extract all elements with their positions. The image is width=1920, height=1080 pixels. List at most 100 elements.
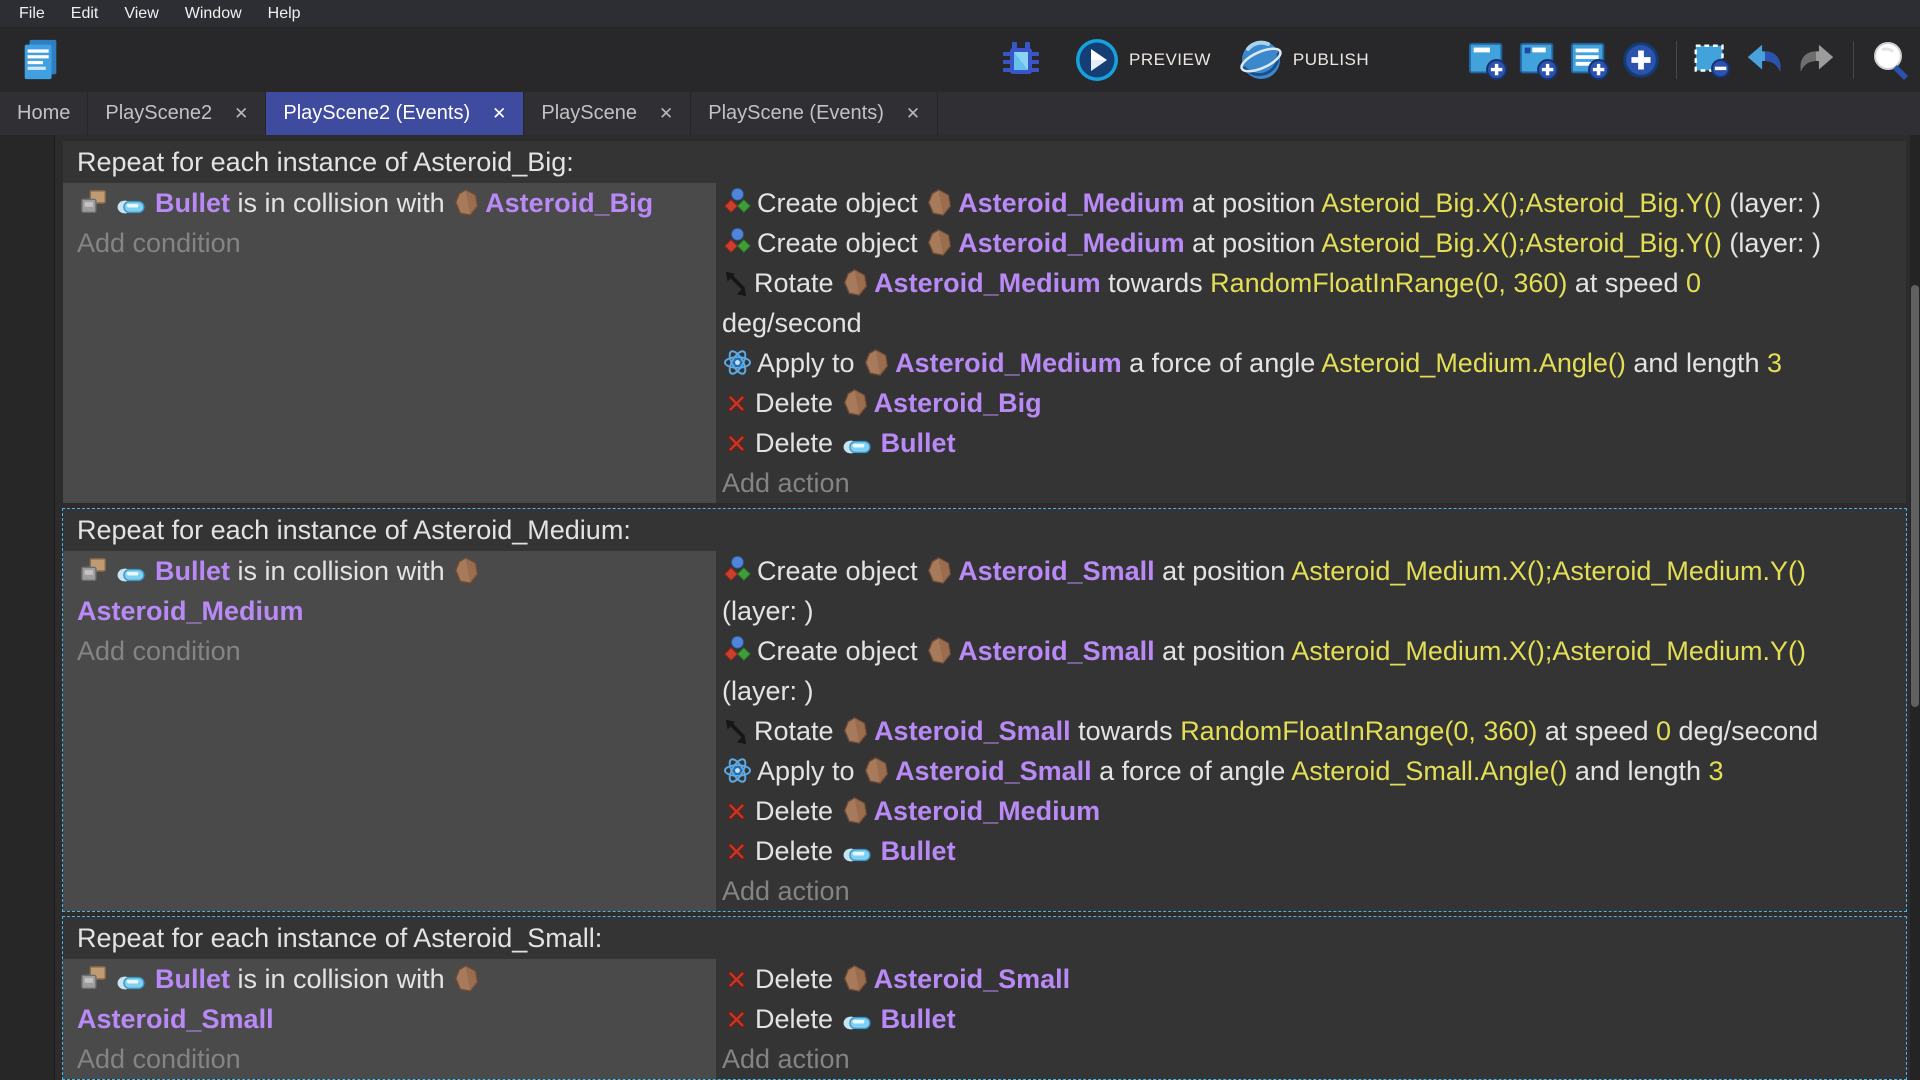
add-subevent-icon[interactable] — [1518, 39, 1560, 81]
event-block[interactable]: Repeat for each instance of Asteroid_Big… — [63, 141, 1906, 503]
add-event-icon[interactable] — [1467, 39, 1509, 81]
add-action-button[interactable]: Add action — [722, 463, 1906, 503]
tab-home[interactable]: Home — [0, 92, 88, 135]
add-condition-button[interactable]: Add condition — [77, 631, 706, 671]
expression: Asteroid_Medium.Angle() — [1321, 348, 1626, 378]
publish-icon[interactable] — [1238, 37, 1284, 83]
actions-column[interactable]: Create object Asteroid_Small at position… — [716, 551, 1906, 911]
plain-text: deg/second — [1671, 716, 1818, 746]
event-block[interactable]: Repeat for each instance of Asteroid_Med… — [63, 509, 1906, 911]
asteroid-icon — [926, 188, 953, 217]
events-scrollbar[interactable] — [1910, 135, 1920, 1080]
object-name: Bullet — [881, 1004, 956, 1034]
event-text-line: Create object Asteroid_Medium at positio… — [722, 183, 1906, 223]
condition-row[interactable]: Bullet is in collision with Asteroid_Sma… — [77, 959, 706, 1039]
expression: 0 — [1686, 268, 1701, 298]
add-action-button[interactable]: Add action — [722, 1039, 1906, 1079]
collision-icon — [78, 557, 110, 585]
scrollbar-thumb[interactable] — [1911, 285, 1919, 707]
action-row[interactable]: Delete Asteroid_Big — [722, 383, 1906, 423]
tab-close-icon[interactable]: ✕ — [906, 104, 920, 124]
menu-item-window[interactable]: Window — [172, 0, 255, 27]
action-row[interactable]: Rotate Asteroid_Small towards RandomFloa… — [722, 711, 1906, 751]
action-row[interactable]: Apply to Asteroid_Small a force of angle… — [722, 751, 1906, 791]
choose-event-icon[interactable] — [1691, 39, 1733, 81]
asteroid-icon — [453, 556, 480, 585]
tab-label: PlayScene — [541, 102, 637, 125]
object-name: Asteroid_Small — [77, 1004, 274, 1034]
tab-close-icon[interactable]: ✕ — [492, 104, 506, 124]
preview-label[interactable]: PREVIEW — [1129, 50, 1211, 70]
asteroid-icon — [863, 756, 890, 785]
plain-text: and length — [1626, 348, 1767, 378]
tab-bar: HomePlayScene2✕PlayScene2 (Events)✕PlayS… — [0, 92, 1920, 135]
conditions-column[interactable]: Bullet is in collision with Asteroid_Med… — [63, 551, 716, 911]
event-block[interactable]: Repeat for each instance of Asteroid_Sma… — [63, 917, 1906, 1079]
publish-label[interactable]: PUBLISH — [1293, 50, 1369, 70]
plain-text: is in collision with — [230, 188, 452, 218]
action-row[interactable]: Create object Asteroid_Medium at positio… — [722, 223, 1906, 263]
event-header[interactable]: Repeat for each instance of Asteroid_Sma… — [63, 917, 1906, 959]
plain-text: deg/second — [722, 308, 862, 338]
add-circle-icon[interactable] — [1620, 39, 1662, 81]
event-header[interactable]: Repeat for each instance of Asteroid_Big… — [63, 141, 1906, 183]
menu-item-file[interactable]: File — [6, 0, 58, 27]
action-row[interactable]: Delete Bullet — [722, 831, 1906, 871]
expression: Asteroid_Medium.X();Asteroid_Medium.Y() — [1291, 556, 1806, 586]
condition-row[interactable]: Bullet is in collision with Asteroid_Big — [77, 183, 706, 223]
action-row[interactable]: Delete Asteroid_Medium — [722, 791, 1906, 831]
bullet-icon — [116, 565, 150, 585]
tab-close-icon[interactable]: ✕ — [659, 104, 673, 124]
plain-text: at position — [1185, 228, 1322, 258]
toolbar-separator — [1853, 41, 1854, 79]
add-action-button[interactable]: Add action — [722, 871, 1906, 911]
event-header[interactable]: Repeat for each instance of Asteroid_Med… — [63, 509, 1906, 551]
event-text-line: Delete Bullet — [722, 999, 1906, 1039]
undo-icon[interactable] — [1742, 39, 1786, 81]
action-row[interactable]: Delete Asteroid_Small — [722, 959, 1906, 999]
tab-playscene2-events[interactable]: PlayScene2 (Events)✕ — [266, 92, 524, 135]
asteroid-icon — [926, 556, 953, 585]
tab-playscene2[interactable]: PlayScene2✕ — [88, 92, 266, 135]
action-row[interactable]: Apply to Asteroid_Medium a force of angl… — [722, 343, 1906, 383]
action-row[interactable]: Delete Bullet — [722, 423, 1906, 463]
action-row[interactable]: Create object Asteroid_Small at position… — [722, 551, 1906, 631]
menu-item-view[interactable]: View — [111, 0, 171, 27]
event-text-line: deg/second — [722, 303, 1906, 343]
actions-column[interactable]: Create object Asteroid_Medium at positio… — [716, 183, 1906, 503]
tab-playscene-events[interactable]: PlayScene (Events)✕ — [691, 92, 938, 135]
menu-item-help[interactable]: Help — [255, 0, 314, 27]
add-condition-button[interactable]: Add condition — [77, 223, 706, 263]
force-icon — [723, 756, 752, 785]
conditions-column[interactable]: Bullet is in collision with Asteroid_Big… — [63, 183, 716, 503]
menu-item-edit[interactable]: Edit — [58, 0, 112, 27]
asteroid-icon — [863, 348, 890, 377]
event-text-line: Rotate Asteroid_Small towards RandomFloa… — [722, 711, 1906, 751]
tab-close-icon[interactable]: ✕ — [234, 104, 248, 124]
project-manager-icon[interactable] — [18, 36, 64, 82]
add-comment-icon[interactable] — [1569, 39, 1611, 81]
plain-text: Delete — [755, 428, 841, 458]
bullet-icon — [842, 845, 876, 865]
object-name: Asteroid_Medium — [895, 348, 1122, 378]
preview-icon[interactable] — [1074, 37, 1120, 83]
action-row[interactable]: Create object Asteroid_Small at position… — [722, 631, 1906, 711]
debugger-icon[interactable] — [1000, 39, 1042, 81]
action-row[interactable]: Delete Bullet — [722, 999, 1906, 1039]
condition-row[interactable]: Bullet is in collision with Asteroid_Med… — [77, 551, 706, 631]
event-text-line: Create object Asteroid_Small at position… — [722, 631, 1906, 671]
conditions-column[interactable]: Bullet is in collision with Asteroid_Sma… — [63, 959, 716, 1079]
object-name: Bullet — [155, 188, 230, 218]
actions-column[interactable]: Delete Asteroid_SmallDelete BulletAdd ac… — [716, 959, 1906, 1079]
action-row[interactable]: Create object Asteroid_Medium at positio… — [722, 183, 1906, 223]
create-object-icon — [723, 186, 752, 217]
tab-playscene[interactable]: PlayScene ✕ — [524, 92, 691, 135]
asteroid-icon — [842, 796, 869, 825]
action-row[interactable]: Rotate Asteroid_Medium towards RandomFlo… — [722, 263, 1906, 343]
object-name: Asteroid_Medium — [958, 188, 1185, 218]
search-icon[interactable] — [1868, 37, 1914, 83]
object-name: Asteroid_Small — [874, 964, 1071, 994]
add-condition-button[interactable]: Add condition — [77, 1039, 706, 1079]
redo-icon[interactable] — [1795, 39, 1839, 81]
plain-text: is in collision with — [230, 964, 452, 994]
